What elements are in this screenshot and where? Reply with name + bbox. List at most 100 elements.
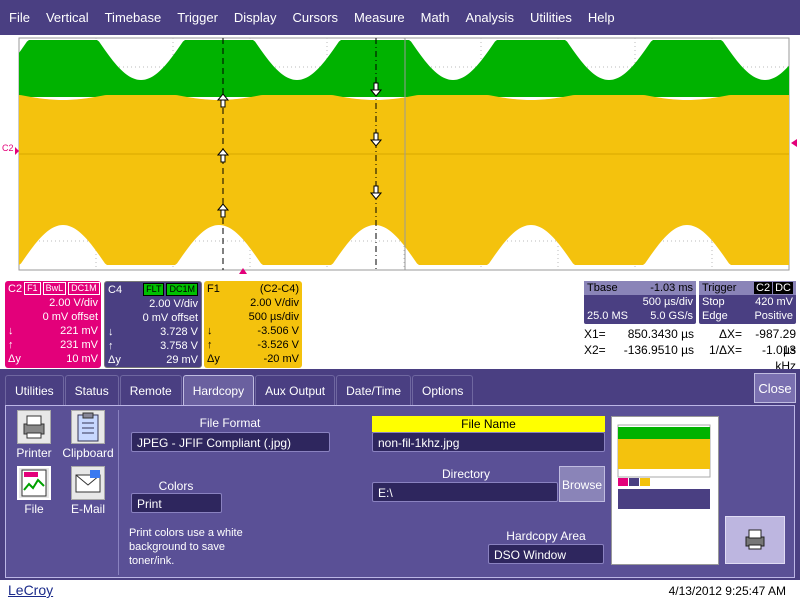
inv-dx-label: 1/ΔX= [708,343,742,357]
c2-up: 231 mV [60,339,98,351]
preview-thumbnail [611,416,719,565]
timebase-delay: -1.03 ms [650,282,693,294]
divider [118,410,119,575]
menu-help[interactable]: Help [580,10,623,25]
inv-dx-value: -1.013 kHz [761,343,796,373]
trigger-slope: Positive [754,310,793,322]
dx-label: ΔX= [718,327,742,341]
cursor-arrow-stem [373,185,379,194]
colors-select[interactable]: Print [131,493,222,513]
menu-measure[interactable]: Measure [346,10,413,25]
menu-file[interactable]: File [0,10,38,25]
c2-down-arrow-icon: ↓ [8,325,14,337]
clipboard-label: Clipboard [62,446,114,460]
cursor-arrow-stem [373,82,379,91]
tab-date-time[interactable]: Date/Time [336,375,412,405]
email-destination[interactable]: E-Mail [66,466,110,516]
menu-analysis[interactable]: Analysis [458,10,522,25]
dialog-tabs: Utilities Status Remote Hardcopy Aux Output D… [5,375,474,405]
c2-dy-label: Δy [8,353,21,365]
c4-up-arrow-icon: ↑ [108,340,114,352]
tab-utilities[interactable]: Utilities [5,375,64,405]
trigger-type: Edge [702,310,728,322]
printer-icon [745,529,765,550]
trigger-mode: Stop [702,296,725,308]
c4-tag-dc1m: DC1M [166,283,198,296]
c2-vdiv: 2.00 V/div [49,297,98,309]
f1-descriptor[interactable]: F1 (C2-C4) 2.00 V/div 500 µs/div ↓ -3.506 … [204,281,302,368]
c4-tag-flt: FLT [143,283,165,296]
menu-trigger[interactable]: Trigger [169,10,226,25]
f1-up-arrow-icon: ↑ [207,339,213,351]
directory-label: Directory [441,467,490,481]
trigger-label: Trigger [702,282,737,294]
f1-down-arrow-icon: ↓ [207,325,213,337]
cursor-arrow-stem [373,132,379,141]
c2-tag-bwl: BwL [42,282,67,295]
printer-destination[interactable]: Printer [12,410,56,460]
colors-note: Print colors use a white background to s… [129,527,243,567]
file-icon [17,466,51,500]
trigger-source: C2 [754,282,773,294]
directory-input[interactable]: E:\ [372,482,558,502]
hardcopy-area-select[interactable]: DSO Window [488,544,604,564]
tab-remote[interactable]: Remote [119,375,182,405]
timebase-descriptor[interactable]: Tbase -1.03 ms 500 µs/div 25.0 MS 5.0 GS/s [584,281,696,324]
f1-expression: (C2-C4) [259,282,299,295]
f1-vdiv: 2.00 V/div [250,297,299,309]
status-bar: LeCroy 4/13/2012 9:25:47 AM [0,580,800,600]
file-name-input[interactable]: non-fil-1khz.jpg [372,432,605,452]
c2-descriptor[interactable]: C2 F1 BwL DC1M 2.00 V/div 0 mV offset ↓ 2… [5,281,101,368]
file-format-select[interactable]: JPEG - JFIF Compliant (.jpg) [131,432,330,452]
x2-label: X2= [584,343,606,357]
cursor-arrow-stem [220,209,226,218]
hardcopy-area-label: Hardcopy Area [506,529,586,543]
tab-hardcopy[interactable]: Hardcopy [182,375,255,405]
c4-descriptor[interactable]: C4 FLT DC1M 2.00 V/div 0 mV offset ↓ 3.72… [104,281,202,368]
waveform-display [0,35,800,280]
file-label: File [24,502,44,516]
x1-label: X1= [584,327,606,341]
c4-dy: 29 mV [166,354,198,366]
f1-tdiv: 500 µs/div [248,311,299,323]
c2-tag-f1: F1 [24,282,41,295]
menu-display[interactable]: Display [226,10,285,25]
datetime: 4/13/2012 9:25:47 AM [668,584,786,598]
file-destination[interactable]: File [12,466,56,516]
tab-aux-output[interactable]: Aux Output [255,375,336,405]
clipboard-destination[interactable]: Clipboard [62,410,114,460]
menu-math[interactable]: Math [413,10,458,25]
close-button[interactable]: Close [754,373,796,403]
c4-offset: 0 mV offset [142,312,198,324]
c2-offset-marker-icon [15,147,19,155]
timebase-label: Tbase [587,282,618,294]
menu-cursors[interactable]: Cursors [285,10,347,25]
f1-up: -3.526 V [257,339,299,351]
browse-button[interactable]: Browse [559,466,605,502]
f1-down: -3.506 V [257,325,299,337]
timebase-rate: 5.0 GS/s [650,310,693,322]
menu-timebase[interactable]: Timebase [97,10,170,25]
print-button[interactable] [725,516,785,564]
trigger-descriptor[interactable]: Trigger C2 DC Stop 420 mV Edge Positive [699,281,796,324]
c2-ground-marker: C2 [2,143,14,153]
x2-value: -136.9510 µs [623,343,694,357]
cursor-arrow-stem [220,99,226,108]
tab-status[interactable]: Status [64,375,119,405]
printer-icon [17,410,51,444]
x1-value: 850.3430 µs [627,327,694,341]
menu-utilities[interactable]: Utilities [522,10,580,25]
f1-name: F1 [207,282,220,295]
menu-bar: File Vertical Timebase Trigger Display Cursor… [0,0,800,35]
timebase-tdiv: 500 µs/div [642,296,693,308]
c2-tag-dc1m: DC1M [68,282,100,295]
c2-down: 221 mV [60,325,98,337]
tab-options[interactable]: Options [412,375,474,405]
f1-dy: -20 mV [263,353,299,365]
clipboard-icon [71,410,105,444]
trigger-coupling: DC [773,282,793,294]
c2-offset: 0 mV offset [42,311,98,323]
cursor-arrow-stem [220,154,226,163]
file-name-label: File Name [372,416,605,432]
menu-vertical[interactable]: Vertical [38,10,97,25]
